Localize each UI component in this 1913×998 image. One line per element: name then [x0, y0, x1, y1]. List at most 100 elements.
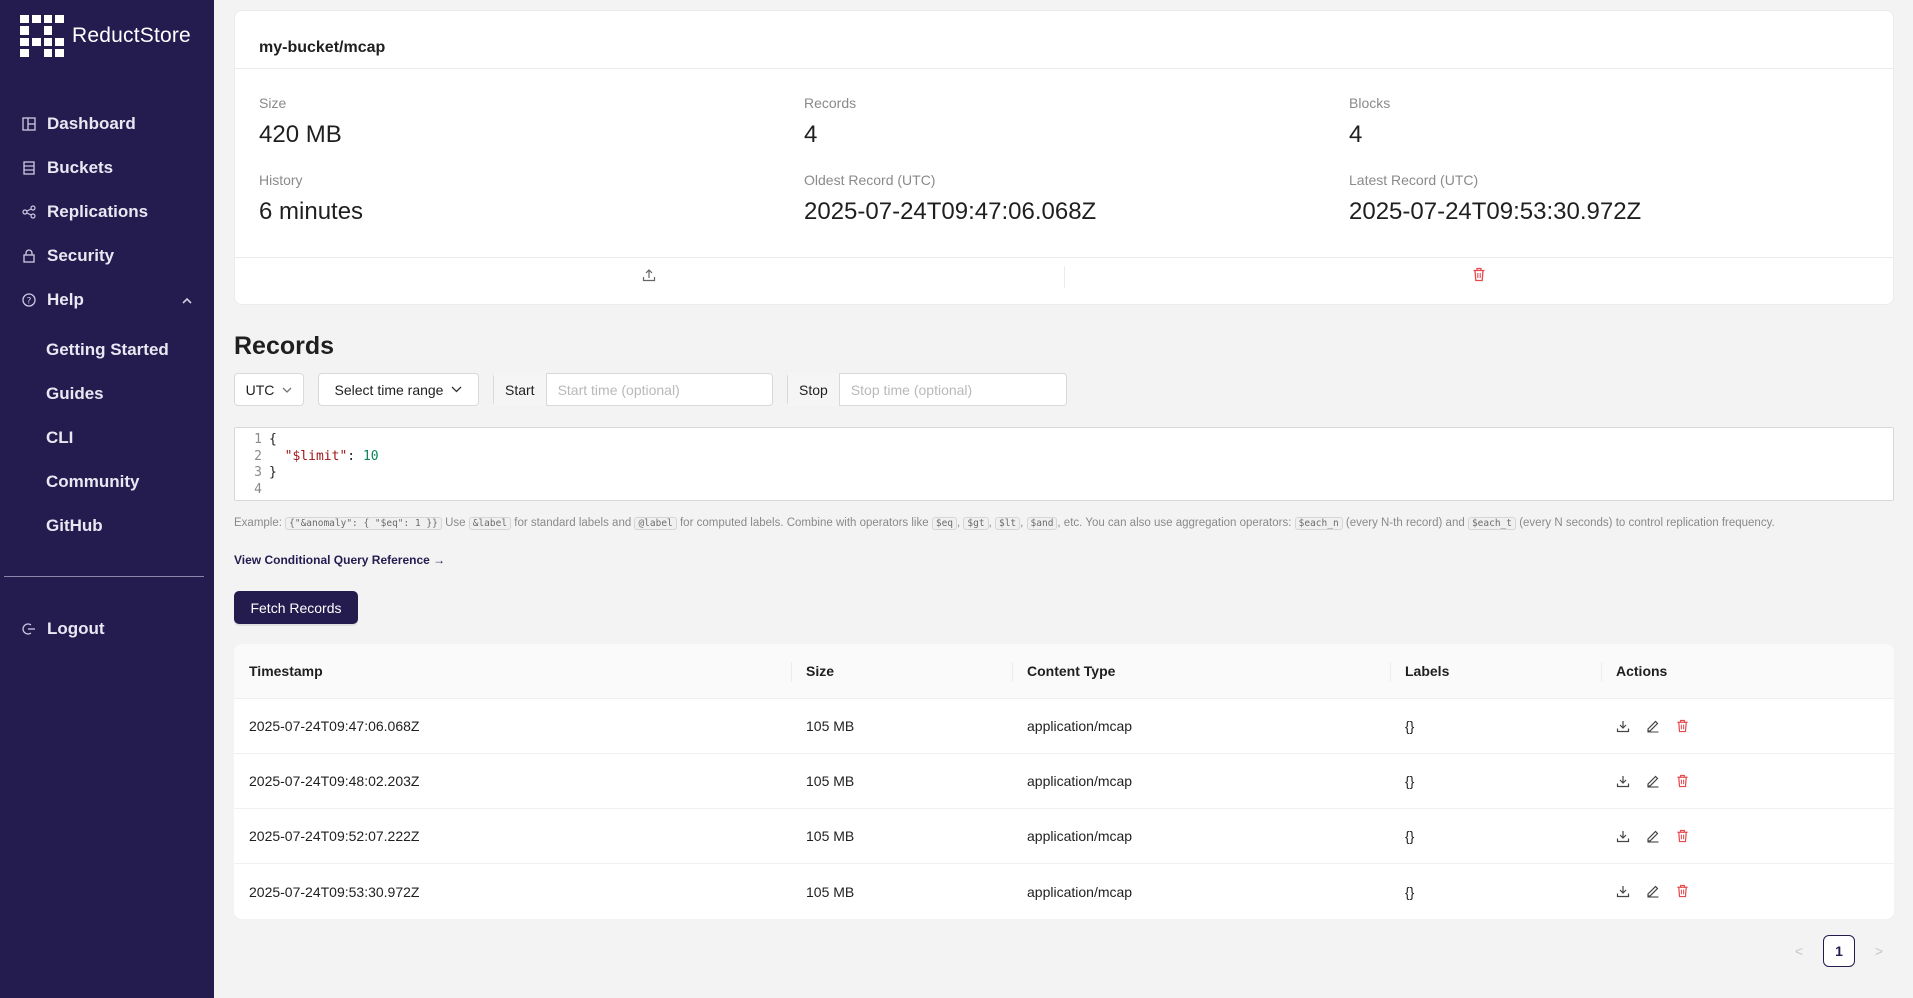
help-code: &label: [468, 517, 512, 530]
delete-icon[interactable]: [1676, 774, 1691, 789]
cell-content-type: application/mcap: [1027, 773, 1133, 789]
sidebar-subitem-getting-started[interactable]: Getting Started: [0, 328, 214, 372]
stat-value: 420 MB: [259, 121, 342, 148]
sidebar-item-dashboard[interactable]: Dashboard: [0, 102, 214, 146]
sidebar-subitem-guides[interactable]: Guides: [0, 372, 214, 416]
stat-value: 6 minutes: [259, 198, 364, 225]
code-line: }: [269, 465, 277, 480]
cell-actions: [1601, 884, 1894, 899]
cell-labels: {}: [1405, 773, 1415, 789]
cell-content-type: application/mcap: [1027, 883, 1133, 900]
cell-content-type: application/mcap: [1027, 828, 1133, 844]
sidebar-item-buckets[interactable]: Buckets: [0, 146, 214, 190]
stat-records: Records 4: [804, 95, 856, 149]
delete-icon[interactable]: [1676, 884, 1691, 899]
help-text: (every N-th record) and: [1345, 517, 1465, 529]
start-time-input[interactable]: [546, 374, 767, 405]
cell-actions: [1601, 719, 1894, 734]
stat-value: 2025-07-24T09:53:30.972Z: [1349, 198, 1642, 225]
stat-value: 4: [1349, 121, 1363, 148]
cell-labels: {}: [1405, 718, 1415, 734]
help-code: $and: [1026, 517, 1058, 530]
column-header[interactable]: Size: [791, 644, 1012, 699]
query-reference-link[interactable]: View Conditional Query Reference →: [234, 553, 445, 567]
sidebar-divider: [4, 576, 204, 577]
sidebar-item-security[interactable]: Security: [0, 234, 214, 278]
column-header: Actions: [1601, 644, 1894, 699]
help-code: {"&anomaly": { "$eq": 1 }}: [285, 517, 442, 530]
help-code: @label: [634, 517, 677, 530]
table-row: 2025-07-24T09:53:30.972Z 105 MB applicat…: [234, 864, 1894, 919]
help-text: Use: [445, 517, 466, 529]
line-number: 3: [254, 465, 262, 480]
logout-icon: [21, 621, 37, 637]
delete-icon: [1472, 267, 1486, 287]
records-table: Timestamp Size Content Type Labels Actio…: [234, 644, 1894, 919]
question-circle-icon: ?: [21, 292, 37, 308]
share-icon: [21, 204, 37, 220]
stat-value: 2025-07-24T09:47:06.068Z: [804, 198, 1097, 225]
chevron-down-icon: [451, 384, 462, 396]
table-row: 2025-07-24T09:52:07.222Z 105 MB applicat…: [234, 809, 1894, 864]
chevron-right-icon[interactable]: >: [1869, 943, 1889, 959]
edit-icon[interactable]: [1646, 884, 1661, 899]
delete-icon[interactable]: [1676, 719, 1691, 734]
edit-icon[interactable]: [1646, 719, 1661, 734]
upload-button[interactable]: [235, 258, 1064, 296]
column-header[interactable]: Labels: [1390, 644, 1601, 699]
download-icon[interactable]: [1616, 829, 1631, 844]
code-key: "$limit": [284, 448, 348, 464]
code-value: 10: [362, 448, 379, 464]
time-range-select[interactable]: Select time range: [318, 373, 479, 406]
sidebar-item-label: Buckets: [47, 158, 114, 177]
sidebar-subitem-github[interactable]: GitHub: [0, 504, 214, 548]
edit-icon[interactable]: [1646, 829, 1661, 844]
sidebar-subitem-community[interactable]: Community: [0, 460, 214, 504]
column-header[interactable]: Content Type: [1012, 644, 1390, 699]
sidebar-subitem-cli[interactable]: CLI: [0, 416, 214, 460]
help-code: $each_t: [1467, 517, 1516, 530]
cell-size: 105 MB: [806, 773, 855, 789]
bucket-info-card: my-bucket/mcap Size 420 MB Records 4 Blo…: [234, 10, 1894, 305]
edit-icon[interactable]: [1646, 774, 1661, 789]
code-punct: :: [347, 448, 363, 464]
table-row: 2025-07-24T09:48:02.203Z 105 MB applicat…: [234, 754, 1894, 809]
stat-label: History: [259, 172, 303, 188]
query-editor[interactable]: 1 2 3 4 { "$limit": 10}: [234, 427, 1894, 501]
download-icon[interactable]: [1616, 719, 1631, 734]
sidebar-item-replications[interactable]: Replications: [0, 190, 214, 234]
cell-size: 105 MB: [806, 828, 855, 844]
sidebar-item-label: Security: [47, 246, 115, 265]
help-code: $lt: [994, 517, 1021, 530]
line-numbers: 1 2 3 4: [235, 432, 262, 498]
logout-label: Logout: [47, 619, 105, 638]
fetch-records-button[interactable]: Fetch Records: [234, 591, 358, 624]
download-icon[interactable]: [1616, 884, 1631, 899]
column-header[interactable]: Timestamp: [234, 644, 791, 699]
stop-time-input[interactable]: [839, 374, 1060, 405]
chevron-left-icon[interactable]: <: [1789, 943, 1809, 959]
stat-oldest-record: Oldest Record (UTC) 2025-07-24T09:47:06.…: [804, 172, 1096, 226]
logout-button[interactable]: Logout: [0, 607, 214, 651]
delete-bucket-button[interactable]: [1065, 258, 1894, 296]
cell-size: 105 MB: [806, 883, 855, 900]
sidebar-item-help[interactable]: ? Help: [0, 278, 214, 322]
page-number-current[interactable]: 1: [1823, 935, 1855, 967]
cell-timestamp: 2025-07-24T09:48:02.203Z: [249, 773, 420, 789]
help-code: $eq: [931, 517, 958, 530]
delete-icon[interactable]: [1676, 829, 1691, 844]
main-nav: Dashboard Buckets Replications Security …: [0, 102, 214, 548]
svg-text:?: ?: [27, 297, 32, 307]
download-icon[interactable]: [1616, 774, 1631, 789]
stat-label: Oldest Record (UTC): [804, 172, 936, 188]
card-divider: [235, 68, 1893, 69]
chevron-up-icon[interactable]: [182, 293, 192, 307]
upload-icon: [642, 268, 656, 287]
bucket-title: my-bucket/mcap: [259, 39, 386, 56]
cell-labels: {}: [1405, 883, 1415, 900]
timezone-select[interactable]: UTC: [234, 373, 304, 406]
table-header: Timestamp Size Content Type Labels Actio…: [234, 644, 1894, 699]
logo[interactable]: ReductStore: [20, 15, 191, 57]
lock-icon: [21, 248, 37, 264]
